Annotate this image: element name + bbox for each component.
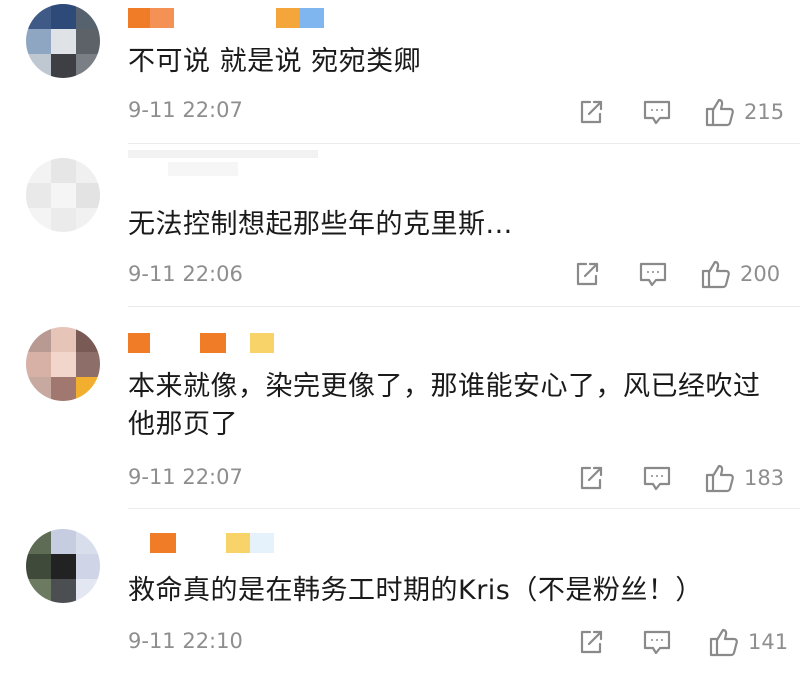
thumbs-up-icon <box>705 98 734 127</box>
thumbs-up-icon <box>701 260 730 289</box>
forward-button[interactable] <box>576 625 606 659</box>
forward-icon <box>580 630 603 654</box>
forward-button[interactable] <box>576 461 606 495</box>
reply-button[interactable] <box>638 257 668 291</box>
comment-item: 救命真的是在韩务工时期的Kris（不是粉丝！） 9-11 22:10 141 <box>0 509 800 680</box>
avatar[interactable] <box>26 4 100 78</box>
reply-button[interactable] <box>642 461 672 495</box>
reply-button[interactable] <box>642 625 672 659</box>
like-count: 183 <box>744 466 785 490</box>
like-count: 141 <box>748 630 789 654</box>
comment-actions: 200 <box>540 257 800 291</box>
reply-icon <box>643 630 671 655</box>
comment-time: 9-11 22:07 <box>128 465 243 489</box>
like-button[interactable]: 200 <box>700 257 780 291</box>
like-button[interactable]: 141 <box>708 625 788 659</box>
reply-icon <box>639 262 667 287</box>
forward-button[interactable] <box>576 95 606 129</box>
comment-item: 本来就像，染完更像了，那谁能安心了，风已经吹过他那页了 9-11 22:07 1… <box>0 307 800 507</box>
comment-feed: 不可说 就是说 宛宛类卿 9-11 22:07 215 无法控制想起那些年的克里… <box>0 0 800 680</box>
forward-icon <box>580 100 603 124</box>
comment-text: 不可说 就是说 宛宛类卿 <box>128 46 422 77</box>
avatar[interactable] <box>26 158 100 232</box>
comment-time: 9-11 22:06 <box>128 262 243 286</box>
reply-icon <box>643 466 671 491</box>
forward-button[interactable] <box>572 257 602 291</box>
like-count: 200 <box>740 262 781 286</box>
thumbs-up-icon <box>705 464 734 493</box>
comment-actions: 141 <box>540 625 800 659</box>
forward-icon <box>580 466 603 490</box>
thumbs-up-icon <box>709 628 738 657</box>
comment-text: 救命真的是在韩务工时期的Kris（不是粉丝！） <box>128 575 703 606</box>
comment-actions: 183 <box>540 461 800 495</box>
like-button[interactable]: 183 <box>704 461 784 495</box>
comment-actions: 215 <box>540 95 800 129</box>
comment-time: 9-11 22:07 <box>128 98 243 122</box>
reply-button[interactable] <box>642 95 672 129</box>
reply-icon <box>643 100 671 125</box>
avatar[interactable] <box>26 529 100 603</box>
comment-item: 无法控制想起那些年的克里斯... 9-11 22:06 200 <box>0 144 800 308</box>
comment-item: 不可说 就是说 宛宛类卿 9-11 22:07 215 <box>0 0 800 150</box>
like-count: 215 <box>744 100 785 124</box>
forward-icon <box>576 262 599 286</box>
comment-text: 无法控制想起那些年的克里斯... <box>128 209 513 240</box>
comment-time: 9-11 22:10 <box>128 629 243 653</box>
avatar[interactable] <box>26 327 100 401</box>
comment-text: 本来就像，染完更像了，那谁能安心了，风已经吹过他那页了 <box>128 371 761 440</box>
like-button[interactable]: 215 <box>704 95 784 129</box>
